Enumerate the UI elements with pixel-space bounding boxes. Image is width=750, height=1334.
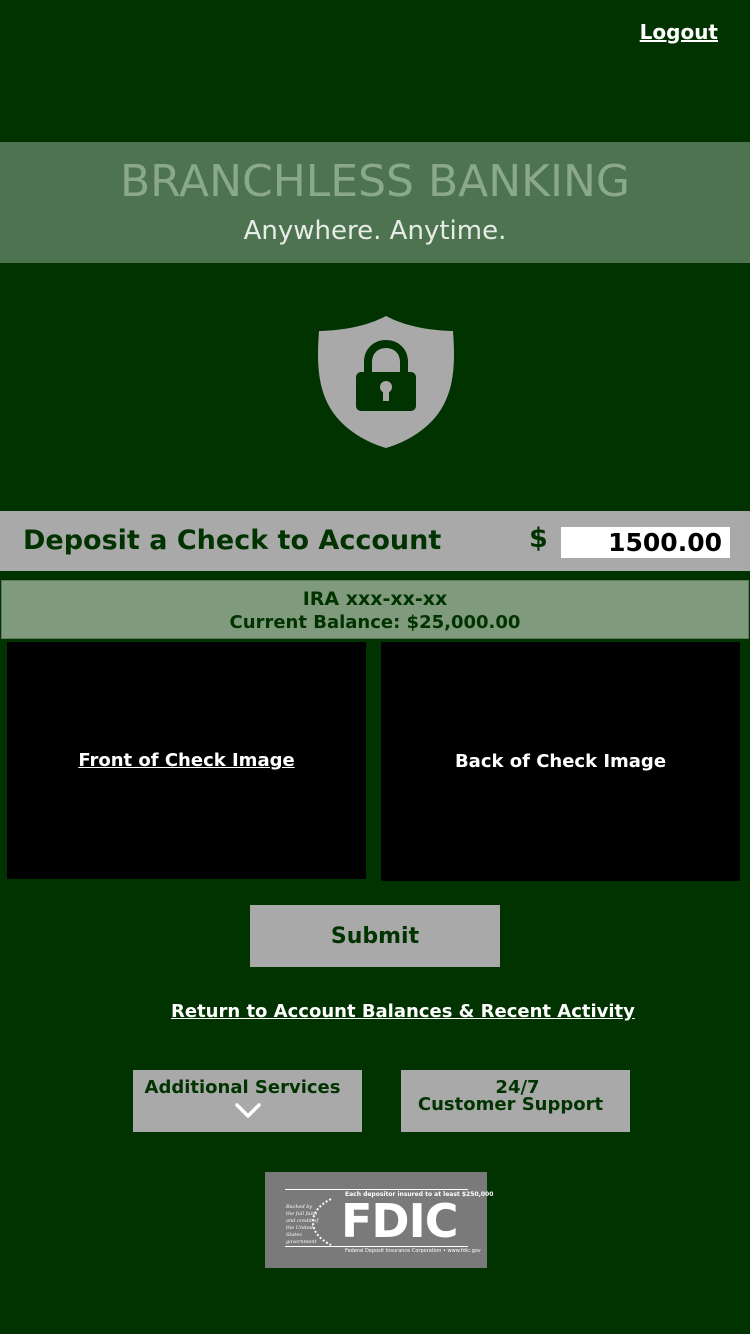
fdic-badge: Each depositor insured to at least $250,… xyxy=(265,1172,493,1268)
chevron-down-icon xyxy=(235,1103,261,1118)
additional-services-label: Additional Services xyxy=(144,1077,341,1098)
deposit-bar: Deposit a Check to Account $ xyxy=(0,511,750,571)
brand-title: BRANCHLESS BANKING xyxy=(120,156,630,207)
fdic-seal-arc xyxy=(311,1198,332,1246)
submit-button[interactable]: Submit xyxy=(250,905,500,967)
logout-link[interactable]: Logout xyxy=(640,20,718,44)
fdic-top-rule xyxy=(285,1189,468,1190)
hero-banner: BRANCHLESS BANKING Anywhere. Anytime. xyxy=(0,142,750,263)
front-check-label: Front of Check Image xyxy=(78,750,295,771)
fdic-logo: FDIC xyxy=(341,1194,458,1248)
return-to-balances-link[interactable]: Return to Account Balances & Recent Acti… xyxy=(171,1001,635,1022)
support-label: Customer Support xyxy=(417,1094,604,1115)
currency-symbol: $ xyxy=(529,523,548,554)
account-name: IRA xxx-xx-xx xyxy=(302,588,448,610)
fdic-bottom-rule xyxy=(285,1246,468,1247)
back-check-image-button[interactable]: Back of Check Image xyxy=(381,642,740,881)
additional-services-button[interactable]: Additional Services xyxy=(133,1070,362,1132)
customer-support-button[interactable]: 24/7 Customer Support xyxy=(401,1070,630,1132)
front-check-image-button[interactable]: Front of Check Image xyxy=(7,642,366,879)
fdic-corporation-text: Federal Deposit Insurance Corporation • … xyxy=(345,1248,481,1254)
account-balance: Current Balance: $25,000.00 xyxy=(229,612,521,633)
brand-tagline: Anywhere. Anytime. xyxy=(243,216,507,246)
deposit-title: Deposit a Check to Account xyxy=(23,525,442,556)
deposit-amount-input[interactable] xyxy=(561,527,730,558)
account-summary: IRA xxx-xx-xx Current Balance: $25,000.0… xyxy=(1,580,749,639)
shield-lock-icon xyxy=(318,316,454,448)
back-check-label: Back of Check Image xyxy=(454,751,667,772)
